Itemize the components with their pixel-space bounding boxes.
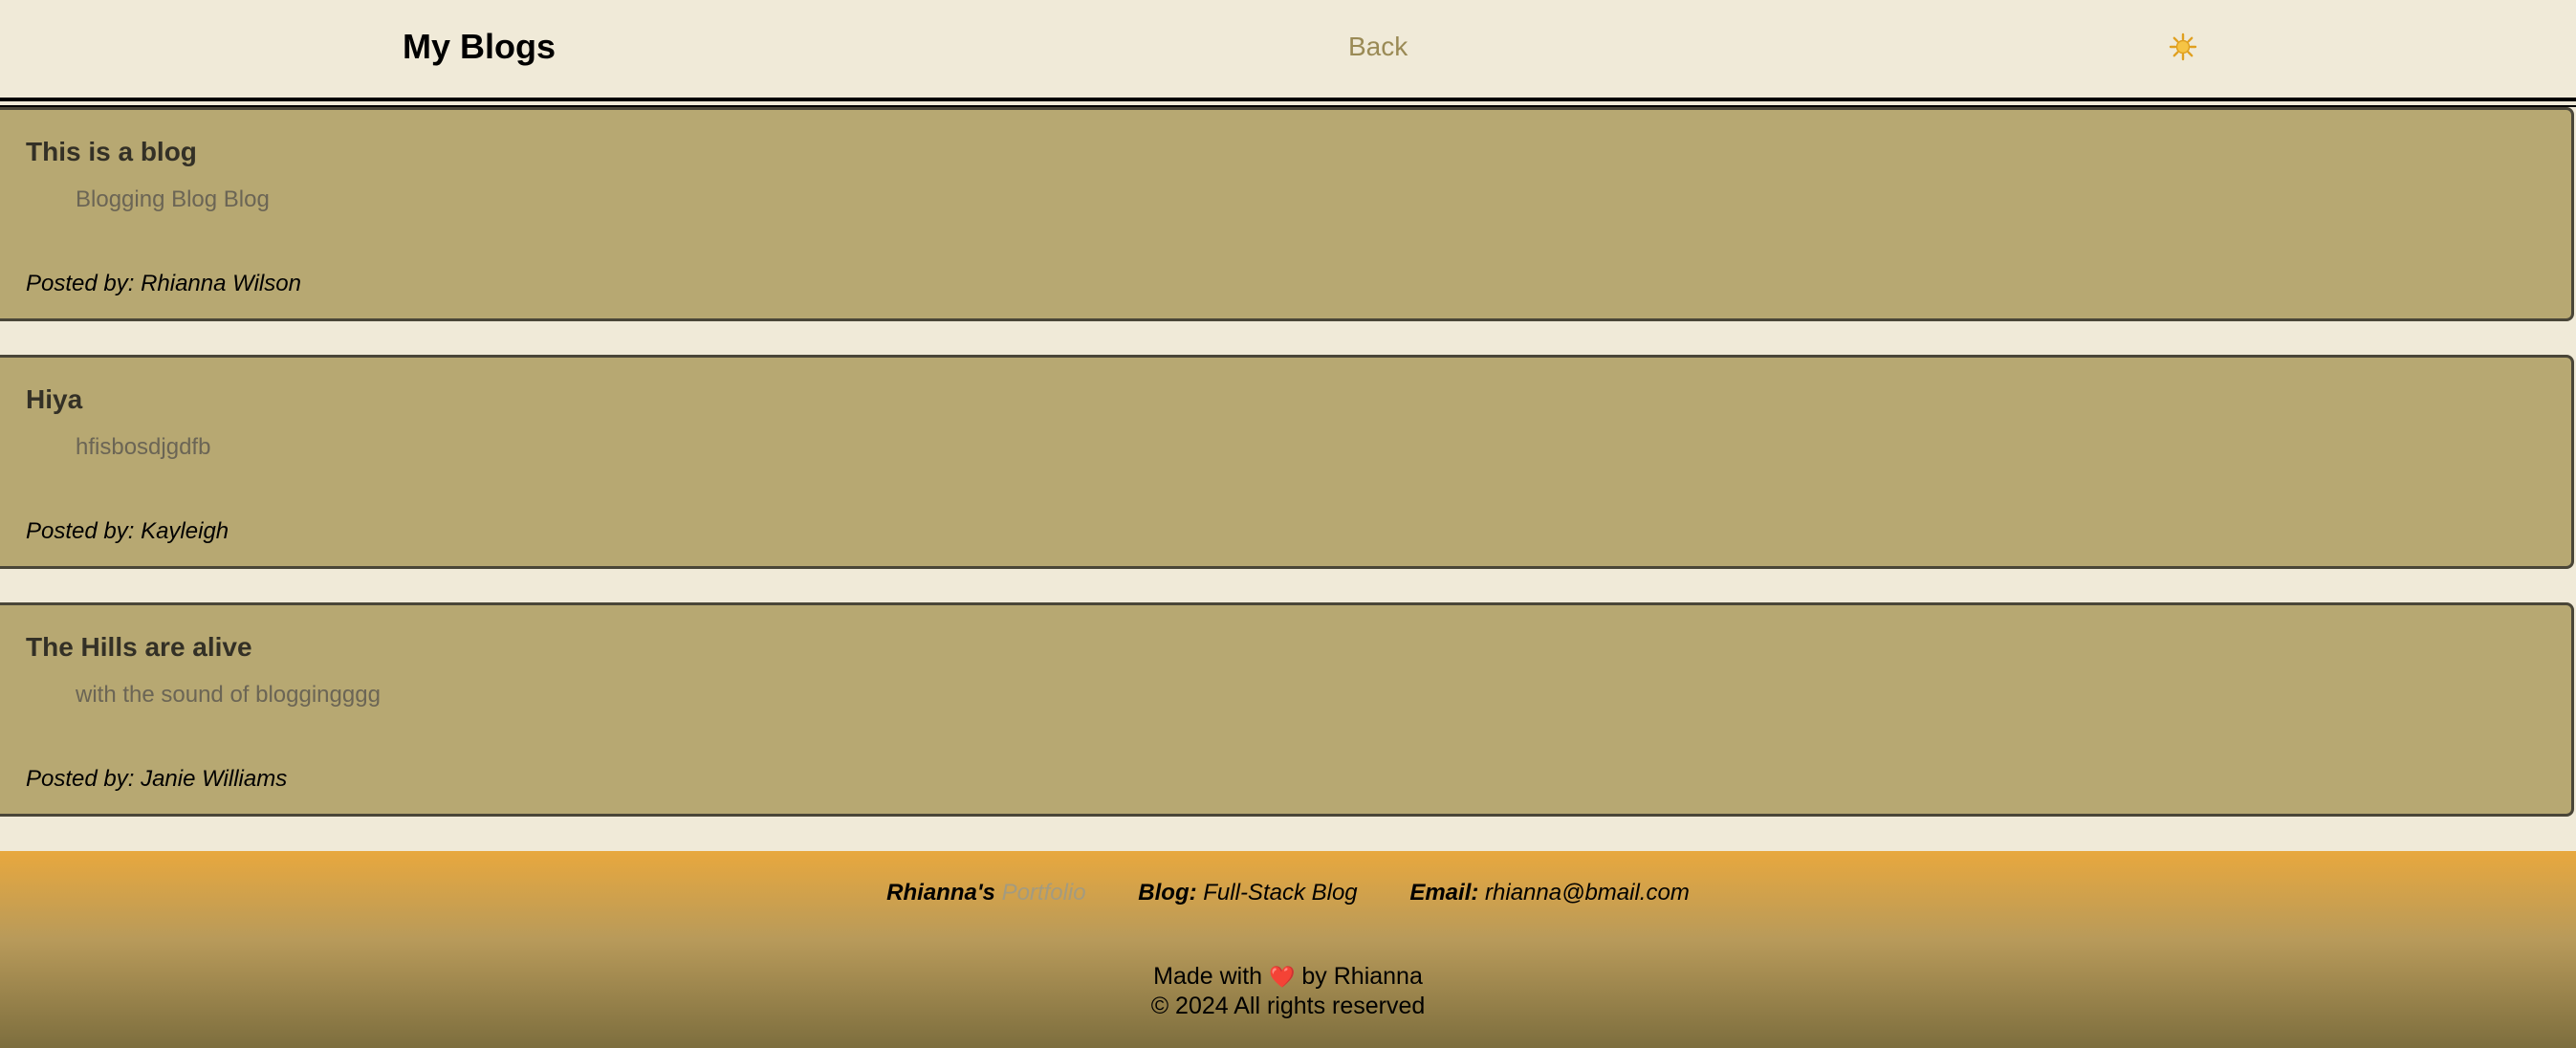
post-title: Hiya <box>26 384 83 414</box>
post-author: Posted by: Janie Williams <box>26 766 288 792</box>
page-title: My Blogs <box>403 27 557 66</box>
footer-email-value: rhianna@bmail.com <box>1485 880 1690 906</box>
footer-owner: Rhianna's <box>886 880 995 906</box>
footer-email: Email: rhianna@bmail.com <box>1409 880 1690 906</box>
theme-toggle-button[interactable] <box>2169 33 2197 61</box>
footer-blog: Blog: Full-Stack Blog <box>1138 880 1357 906</box>
post-title: The Hills are alive <box>26 632 252 662</box>
copyright: © 2024 All rights reserved <box>1150 993 1426 1019</box>
site-footer: Rhianna's Portfolio Blog: Full-Stack Blo… <box>0 851 2576 1048</box>
footer-links: Rhianna's Portfolio Blog: Full-Stack Blo… <box>0 880 2576 906</box>
footer-blog-label: Blog: <box>1138 880 1197 906</box>
post-author: Posted by: Rhianna Wilson <box>26 271 301 296</box>
footer-blog-value: Full-Stack Blog <box>1203 880 1358 906</box>
blog-post-card[interactable]: Hiya hfisbosdjgdfb Posted by: Kayleigh <box>0 355 2574 569</box>
back-link[interactable]: Back <box>1348 32 1408 62</box>
made-with-suffix: by Rhianna <box>1301 963 1423 990</box>
footer-portfolio: Rhianna's Portfolio <box>886 880 1085 906</box>
footer-credit: Made with ❤️ by Rhianna © 2024 All right… <box>0 962 2576 1020</box>
blog-post-card[interactable]: The Hills are alive with the sound of bl… <box>0 602 2574 817</box>
made-with-prefix: Made with <box>1153 963 1263 990</box>
heart-icon: ❤️ <box>1269 965 1296 989</box>
post-author: Posted by: Kayleigh <box>26 518 229 544</box>
site-header: My Blogs Back <box>0 0 2576 107</box>
post-body: Blogging Blog Blog <box>76 186 270 212</box>
portfolio-link[interactable]: Portfolio <box>1002 880 1086 906</box>
made-with-line: Made with ❤️ by Rhianna <box>0 962 2576 992</box>
post-title: This is a blog <box>26 137 197 166</box>
post-body: with the sound of bloggingggg <box>76 682 381 708</box>
blog-post-card[interactable]: This is a blog Blogging Blog Blog Posted… <box>0 107 2574 321</box>
post-body: hfisbosdjgdfb <box>76 434 211 460</box>
sun-icon <box>2169 33 2197 61</box>
footer-email-label: Email: <box>1409 880 1479 906</box>
